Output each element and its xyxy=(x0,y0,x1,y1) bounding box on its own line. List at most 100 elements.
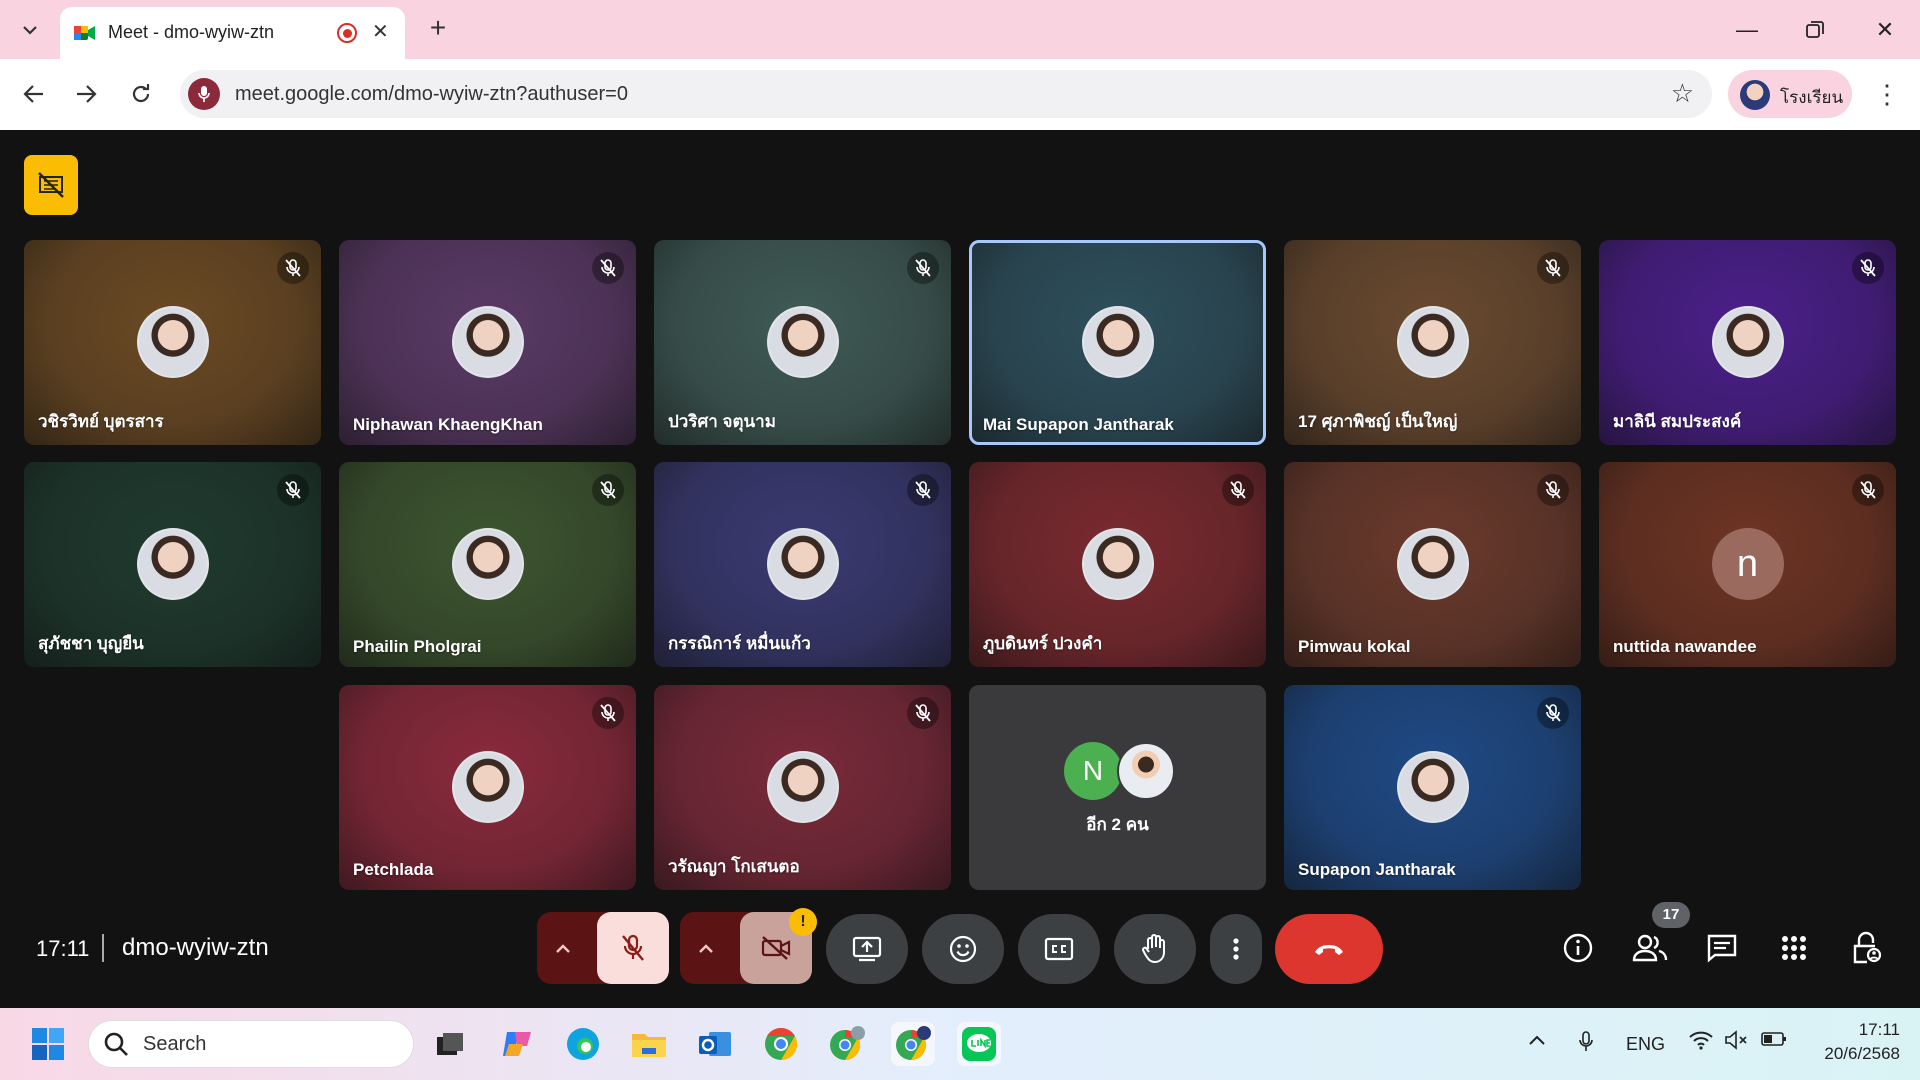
minimize-icon[interactable]: — xyxy=(1722,10,1772,50)
participant-name: Mai Supapon Jantharak xyxy=(983,415,1174,434)
overflow-avatar: N xyxy=(1064,742,1122,800)
window-close-icon[interactable]: ✕ xyxy=(1860,10,1910,50)
overflow-participants-tile[interactable]: N อีก 2 คน xyxy=(969,685,1266,890)
chrome-profile-icon[interactable] xyxy=(825,1022,869,1066)
activities-button[interactable] xyxy=(1768,922,1820,974)
present-screen-icon xyxy=(852,936,882,962)
participant-tile[interactable]: n nuttida nawandee xyxy=(1599,462,1896,667)
participant-avatar: n xyxy=(1711,528,1784,600)
participant-tile[interactable]: Mai Supapon Jantharak xyxy=(969,240,1266,445)
site-mic-icon[interactable] xyxy=(188,78,220,110)
participant-tile[interactable]: วชิรวิทย์ บุตรสาร xyxy=(24,240,321,445)
mic-muted-icon xyxy=(1852,252,1884,284)
file-explorer-icon[interactable] xyxy=(627,1022,671,1066)
people-button[interactable] xyxy=(1624,922,1676,974)
edge-icon[interactable] xyxy=(561,1022,605,1066)
participant-tile[interactable]: Pimwau kokal xyxy=(1284,462,1581,667)
chat-button[interactable] xyxy=(1696,922,1748,974)
participant-tile[interactable]: วรัณญา โกเสนตอ xyxy=(654,685,951,890)
windows-start-icon[interactable] xyxy=(26,1022,70,1066)
line-app-icon[interactable] xyxy=(957,1022,1001,1066)
participant-tile[interactable]: ภูบดินทร์ ปวงคำ xyxy=(969,462,1266,667)
participant-tile[interactable]: 17 ศุภาพิชญ์ เป็นใหญ่ xyxy=(1284,240,1581,445)
microphone-icon[interactable] xyxy=(1578,1030,1594,1059)
audio-options-group xyxy=(537,912,669,984)
chat-icon xyxy=(1707,934,1737,963)
microphone-off-button[interactable] xyxy=(597,912,669,984)
warning-icon[interactable]: ! xyxy=(789,908,817,936)
participant-avatar xyxy=(1396,306,1469,378)
reload-icon[interactable] xyxy=(121,74,161,114)
divider xyxy=(102,934,104,962)
more-vert-icon xyxy=(1233,938,1239,960)
mic-muted-icon xyxy=(592,252,624,284)
overflow-label: อีก 2 คน xyxy=(1086,815,1149,834)
task-view-icon[interactable] xyxy=(428,1022,472,1066)
wifi-icon[interactable] xyxy=(1688,1030,1714,1055)
taskbar-clock[interactable]: 17:11 xyxy=(1820,1020,1900,1040)
chrome-icon[interactable] xyxy=(759,1022,803,1066)
participant-tile[interactable]: Petchlada xyxy=(339,685,636,890)
overflow-avatar xyxy=(1117,742,1175,800)
mic-muted-icon xyxy=(592,474,624,506)
browser-menu-icon[interactable]: ⋮ xyxy=(1872,74,1902,114)
chevron-up-icon[interactable] xyxy=(555,934,571,960)
taskbar-date[interactable]: 20/6/2568 xyxy=(1790,1044,1900,1064)
emoji-icon xyxy=(949,935,977,963)
address-bar[interactable]: meet.google.com/dmo-wyiw-ztn?authuser=0 … xyxy=(180,70,1712,118)
chrome-active-icon[interactable] xyxy=(891,1022,935,1066)
bookmark-star-icon[interactable]: ☆ xyxy=(1671,78,1694,109)
participant-tile[interactable]: Niphawan KhaengKhan xyxy=(339,240,636,445)
mic-muted-icon xyxy=(1537,697,1569,729)
leave-call-button[interactable] xyxy=(1275,914,1383,984)
new-tab-button[interactable]: + xyxy=(420,10,456,46)
participant-name: 17 ศุภาพิชญ์ เป็นใหญ่ xyxy=(1298,412,1458,431)
volume-muted-icon[interactable] xyxy=(1724,1030,1750,1055)
participant-count-badge: 17 xyxy=(1652,902,1690,928)
participant-tile[interactable]: กรรณิการ์ หมื่นแก้ว xyxy=(654,462,951,667)
participant-tile[interactable]: ปวริศา จตุนาม xyxy=(654,240,951,445)
more-options-button[interactable] xyxy=(1210,914,1262,984)
participant-tile[interactable]: มาลินี สมประสงค์ xyxy=(1599,240,1896,445)
battery-icon[interactable] xyxy=(1760,1030,1788,1053)
taskbar-search[interactable]: Search xyxy=(88,1020,414,1068)
raise-hand-button[interactable] xyxy=(1114,914,1196,984)
participant-avatar xyxy=(451,751,524,823)
participant-name: Niphawan KhaengKhan xyxy=(353,415,543,434)
participant-avatar xyxy=(451,528,524,600)
host-controls-button[interactable] xyxy=(1840,922,1892,974)
meeting-details-button[interactable] xyxy=(1552,922,1604,974)
participant-name: nuttida nawandee xyxy=(1613,637,1757,656)
participant-tile[interactable]: Supapon Jantharak xyxy=(1284,685,1581,890)
input-language[interactable]: ENG xyxy=(1626,1034,1665,1055)
chevron-up-icon[interactable] xyxy=(698,934,714,960)
participant-avatar xyxy=(1396,751,1469,823)
profile-button[interactable]: โรงเรียน xyxy=(1728,70,1852,118)
avatar xyxy=(1740,80,1770,110)
tab-close-icon[interactable]: ✕ xyxy=(372,19,389,44)
browser-tab[interactable]: Meet - dmo-wyiw-ztn ✕ xyxy=(60,7,405,59)
copilot-icon[interactable] xyxy=(495,1022,539,1066)
participant-name: Phailin Pholgrai xyxy=(353,637,482,656)
forward-arrow-icon[interactable] xyxy=(66,74,106,114)
mic-muted-icon xyxy=(1537,474,1569,506)
microphone-off-icon xyxy=(622,934,644,961)
outlook-icon[interactable] xyxy=(693,1022,737,1066)
reactions-button[interactable] xyxy=(922,914,1004,984)
info-icon xyxy=(1563,933,1593,963)
restore-icon[interactable] xyxy=(1790,10,1840,50)
url-text: meet.google.com/dmo-wyiw-ztn?authuser=0 xyxy=(235,83,628,105)
captions-button[interactable] xyxy=(1018,914,1100,984)
presentation-off-icon[interactable] xyxy=(24,155,78,215)
mic-muted-icon xyxy=(907,252,939,284)
participant-tile[interactable]: สุภัชชา บุญยืน xyxy=(24,462,321,667)
participant-avatar xyxy=(1396,528,1469,600)
present-screen-button[interactable] xyxy=(826,914,908,984)
participant-tile[interactable]: Phailin Pholgrai xyxy=(339,462,636,667)
apps-grid-icon xyxy=(1782,936,1806,960)
participant-name: Petchlada xyxy=(353,860,434,879)
participant-avatar xyxy=(766,306,839,378)
back-arrow-icon[interactable] xyxy=(14,74,54,114)
tab-search-chevron-icon[interactable] xyxy=(12,12,48,48)
show-hidden-icons-icon[interactable] xyxy=(1528,1030,1546,1051)
